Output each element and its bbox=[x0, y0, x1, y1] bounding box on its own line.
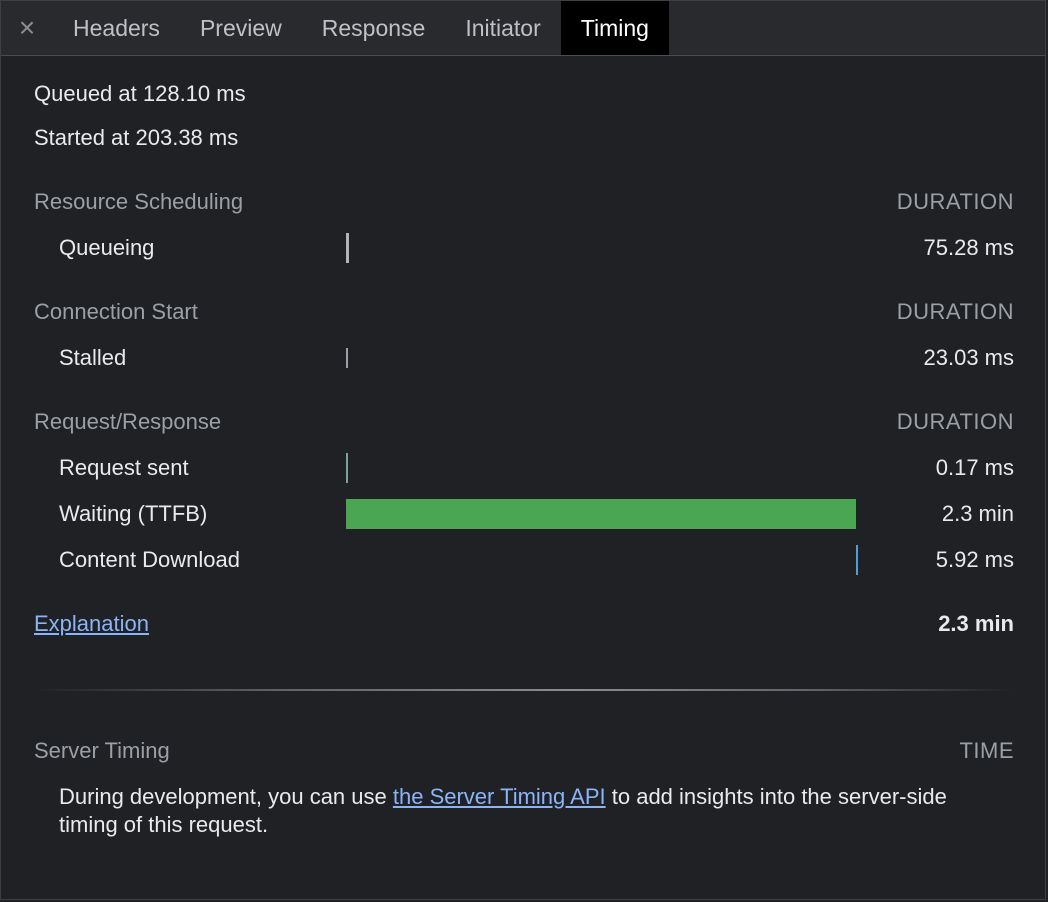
waterfall-track bbox=[346, 453, 857, 483]
queued-at-text: Queued at 128.10 ms bbox=[34, 81, 246, 106]
waterfall-track bbox=[346, 499, 857, 529]
server-timing-api-link[interactable]: the Server Timing API bbox=[393, 784, 606, 809]
duration-column-header: DURATION bbox=[896, 409, 1014, 434]
started-at-text: Started at 203.38 ms bbox=[34, 125, 239, 150]
row-label: Queueing bbox=[59, 235, 155, 260]
tab-response[interactable]: Response bbox=[302, 1, 446, 55]
divider bbox=[34, 689, 1014, 691]
row-value: 23.03 ms bbox=[923, 345, 1015, 370]
section-header-resource-scheduling: Resource Scheduling DURATION bbox=[34, 189, 1014, 215]
section-title: Connection Start bbox=[34, 299, 198, 324]
request-sent-bar bbox=[346, 453, 348, 483]
tab-timing[interactable]: Timing bbox=[560, 1, 669, 55]
waterfall-track bbox=[346, 233, 857, 263]
section-title: Request/Response bbox=[34, 409, 222, 434]
explanation-link[interactable]: Explanation bbox=[34, 611, 149, 637]
timing-row-request-sent: Request sent 0.17 ms bbox=[34, 453, 1014, 483]
duration-column-header: DURATION bbox=[896, 299, 1014, 324]
row-label: Waiting (TTFB) bbox=[59, 501, 208, 526]
row-value: 75.28 ms bbox=[923, 235, 1015, 260]
timing-footer: Explanation 2.3 min bbox=[34, 611, 1014, 637]
queueing-bar bbox=[346, 233, 349, 263]
tab-preview[interactable]: Preview bbox=[180, 1, 302, 55]
section-title: Server Timing bbox=[34, 738, 170, 763]
content-download-bar bbox=[856, 545, 858, 575]
row-label: Stalled bbox=[59, 345, 127, 370]
duration-column-header: DURATION bbox=[896, 189, 1014, 214]
timing-row-queueing: Queueing 75.28 ms bbox=[34, 233, 1014, 263]
stalled-bar bbox=[346, 348, 348, 368]
time-column-header: TIME bbox=[959, 738, 1014, 763]
section-header-connection-start: Connection Start DURATION bbox=[34, 299, 1014, 325]
desc-text-before: During development, you can use bbox=[59, 784, 393, 809]
tab-headers[interactable]: Headers bbox=[53, 1, 180, 55]
close-icon[interactable]: × bbox=[1, 1, 53, 55]
server-timing-description: During development, you can use the Serv… bbox=[59, 783, 994, 839]
row-label: Content Download bbox=[59, 547, 241, 572]
timing-content: Queued at 128.10 ms Started at 203.38 ms… bbox=[34, 55, 1014, 899]
timing-panel: × Headers Preview Response Initiator Tim… bbox=[0, 0, 1046, 900]
tab-initiator[interactable]: Initiator bbox=[445, 1, 560, 55]
section-header-request-response: Request/Response DURATION bbox=[34, 409, 1014, 435]
tab-bar: × Headers Preview Response Initiator Tim… bbox=[1, 1, 1045, 56]
row-value: 5.92 ms bbox=[935, 547, 1014, 572]
timing-row-content-download: Content Download 5.92 ms bbox=[34, 545, 1014, 575]
section-header-server-timing: Server Timing TIME bbox=[34, 738, 1014, 764]
waterfall-track bbox=[346, 343, 857, 373]
waiting-ttfb-bar bbox=[346, 499, 856, 529]
timing-row-stalled: Stalled 23.03 ms bbox=[34, 343, 1014, 373]
row-label: Request sent bbox=[59, 455, 189, 480]
row-value: 2.3 min bbox=[941, 501, 1014, 526]
row-value: 0.17 ms bbox=[935, 455, 1014, 480]
total-duration: 2.3 min bbox=[938, 611, 1014, 636]
waterfall-track bbox=[346, 545, 858, 575]
section-title: Resource Scheduling bbox=[34, 189, 244, 214]
timing-row-waiting-ttfb: Waiting (TTFB) 2.3 min bbox=[34, 499, 1014, 529]
